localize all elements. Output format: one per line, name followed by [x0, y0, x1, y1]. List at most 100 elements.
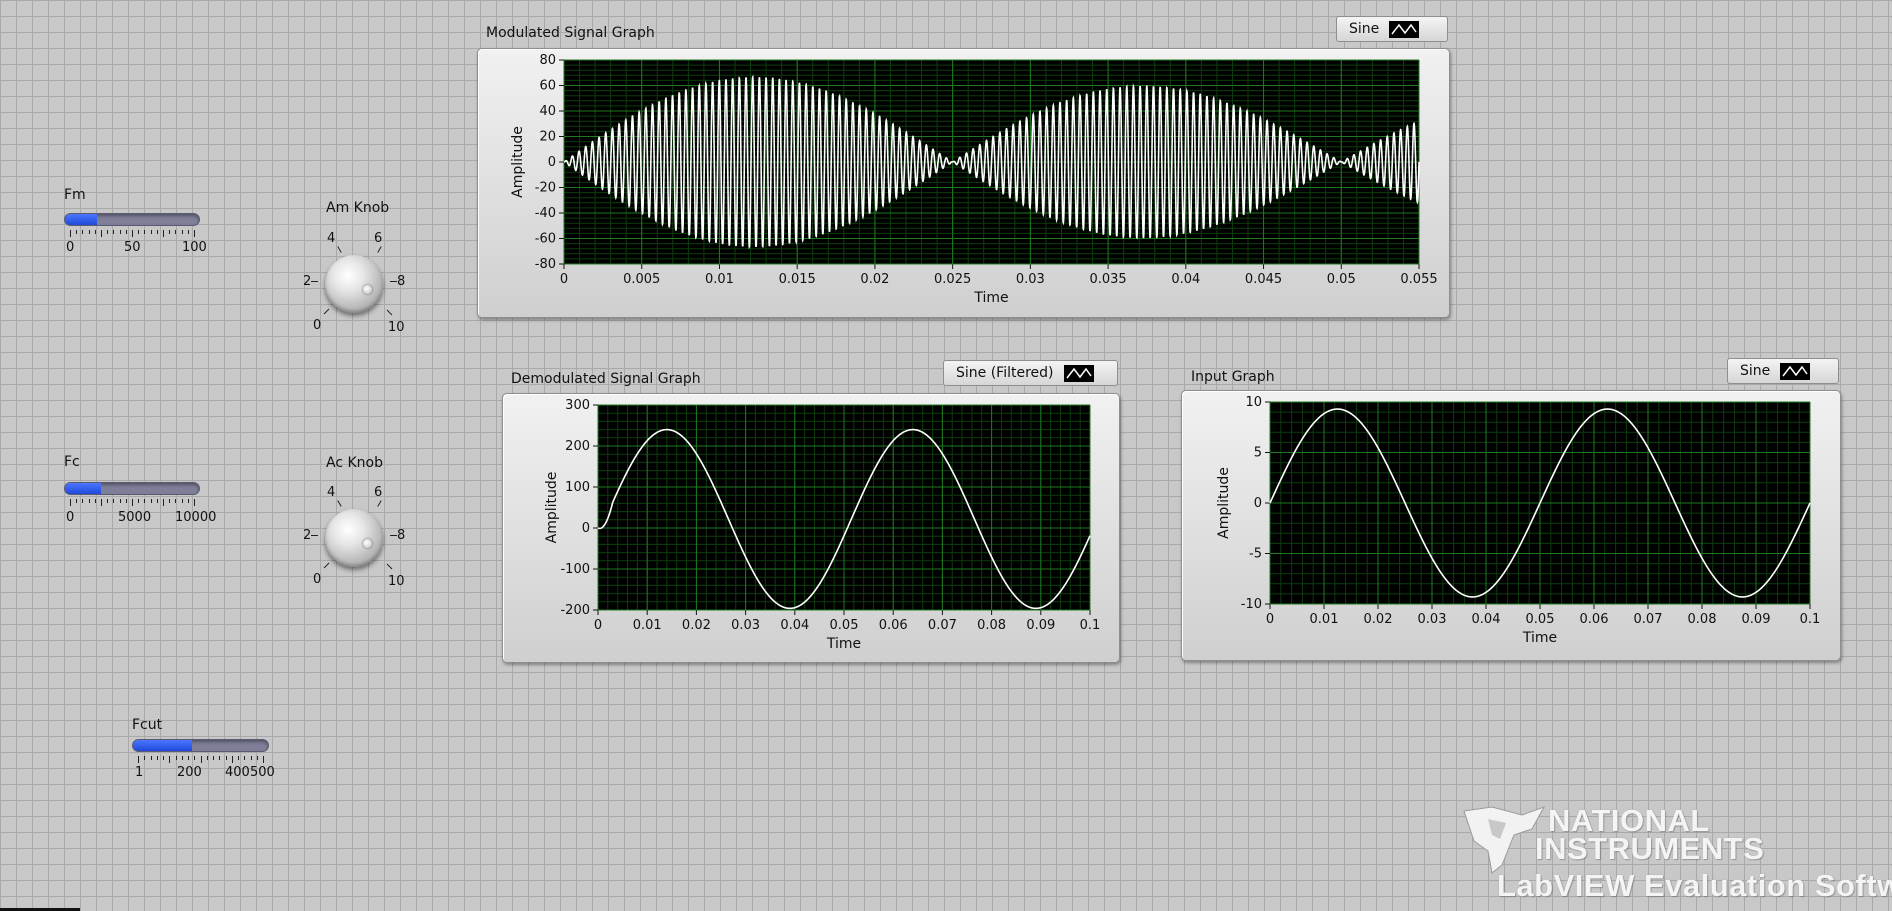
y-tick-label: 0	[548, 155, 556, 170]
fc-label: Fc	[64, 454, 80, 470]
demodulated-plot-legend[interactable]: Sine (Filtered)	[943, 360, 1118, 386]
slider-tick	[194, 499, 195, 506]
modulated-plot[interactable]: 0 0.005 0.01 0.015 0.02 0.025 0.03 0.035 0.04 0.0…	[477, 48, 1450, 318]
slider-tick	[213, 756, 214, 760]
slider-tick	[119, 499, 121, 503]
slider-tick	[88, 499, 90, 503]
am-knob-pointer	[363, 285, 372, 294]
x-tick-label: 0.01	[1310, 612, 1339, 627]
fcut-slider-ticks	[138, 756, 264, 763]
y-tick-label: -60	[535, 232, 556, 247]
ac-knob-tick	[386, 563, 393, 570]
x-tick-label: 0.07	[1634, 612, 1663, 627]
slider-tick	[150, 756, 152, 760]
fc-scale-min: 0	[66, 510, 75, 525]
slider-tick	[219, 756, 221, 760]
fcut-slider-fill	[133, 740, 193, 751]
x-tick-label: 0.04	[780, 618, 809, 633]
fcut-slider[interactable]	[132, 739, 269, 752]
fc-scale-mid: 5000	[118, 510, 152, 525]
slider-tick	[113, 499, 115, 503]
slider-tick	[200, 756, 202, 763]
slider-tick	[263, 756, 264, 763]
fm-slider-fill	[65, 214, 98, 225]
ac-knob-scale-10: 10	[388, 574, 405, 589]
x-tick-label: 0.01	[705, 272, 734, 287]
slider-tick	[94, 499, 96, 503]
fm-slider[interactable]	[64, 213, 200, 226]
ac-knob[interactable]	[325, 509, 383, 567]
input-plot[interactable]: 0 0.01 0.02 0.03 0.04 0.05 0.06 0.07 0.08 0.09 0.1…	[1181, 390, 1841, 661]
ni-brand-line2: INSTRUMENTS	[1535, 831, 1765, 866]
x-tick-label: 0.03	[731, 618, 760, 633]
x-tick-label: 0.05	[1327, 272, 1356, 287]
slider-tick	[256, 756, 258, 760]
slider-tick	[70, 230, 71, 237]
fcut-scale-4: 500	[250, 765, 275, 780]
demodulated-plot[interactable]: 0 0.01 0.02 0.03 0.04 0.05 0.06 0.07 0.08 0.09 0.1…	[502, 393, 1120, 663]
y-tick-label: 20	[539, 130, 556, 145]
slider-tick	[76, 230, 78, 234]
fm-label: Fm	[64, 187, 86, 203]
x-tick-label: 0.055	[1400, 272, 1437, 287]
fc-slider[interactable]	[64, 482, 200, 495]
y-tick-label: -200	[560, 603, 590, 618]
slider-tick	[169, 499, 171, 503]
ac-knob-tick	[323, 562, 330, 569]
y-tick-label: 0	[582, 521, 590, 536]
fm-slider-ticks	[70, 230, 195, 237]
slider-tick	[76, 499, 78, 503]
am-knob-tick	[390, 281, 397, 282]
y-tick-label: 5	[1254, 446, 1262, 461]
slider-tick	[206, 756, 208, 760]
slider-tick	[187, 230, 189, 234]
slider-tick	[88, 230, 90, 234]
ac-knob-scale-8: 8	[397, 528, 406, 543]
x-tick-label: 0.05	[830, 618, 859, 633]
x-tick-label: 0.1	[1800, 612, 1821, 627]
slider-tick	[169, 756, 171, 763]
slider-tick	[82, 499, 84, 503]
y-tick-label: 0	[1254, 496, 1262, 511]
y-tick-label: 10	[1245, 395, 1262, 410]
modulated-plot-legend[interactable]: Sine	[1336, 16, 1448, 42]
slider-tick	[101, 499, 102, 506]
x-tick-label: 0.05	[1526, 612, 1555, 627]
fm-scale-mid: 50	[124, 240, 141, 255]
am-knob-scale-0: 0	[313, 318, 322, 333]
slider-tick	[107, 499, 109, 503]
slider-tick	[169, 230, 171, 234]
am-knob-scale-4: 4	[327, 231, 336, 246]
fm-scale-min: 0	[66, 240, 75, 255]
y-tick-label: 300	[565, 398, 590, 413]
slider-tick	[125, 230, 127, 234]
am-knob-tick	[377, 246, 382, 253]
slider-tick	[163, 756, 164, 760]
x-tick-label: 0.02	[1364, 612, 1393, 627]
slider-tick	[70, 499, 71, 506]
y-axis-title: Amplitude	[510, 126, 526, 198]
x-axis-title: Time	[826, 636, 861, 652]
slider-tick	[119, 230, 121, 234]
slider-tick	[132, 499, 133, 506]
am-knob-tick	[323, 308, 330, 315]
slider-tick	[250, 756, 252, 760]
fcut-scale-2: 200	[177, 765, 202, 780]
slider-tick	[225, 756, 227, 760]
x-tick-label: 0.005	[623, 272, 660, 287]
x-tick-label: 0.02	[860, 272, 889, 287]
x-tick-label: 0	[1266, 612, 1274, 627]
input-plot-legend[interactable]: Sine	[1727, 358, 1839, 384]
slider-tick	[125, 499, 127, 503]
x-tick-label: 0.015	[779, 272, 816, 287]
y-tick-label: 60	[539, 79, 556, 94]
slider-tick	[144, 756, 146, 760]
am-knob[interactable]	[325, 255, 383, 313]
slider-tick	[138, 756, 139, 763]
ac-knob-tick	[377, 500, 382, 507]
x-tick-label: 0	[560, 272, 568, 287]
slider-tick	[231, 756, 233, 763]
x-tick-label: 0.02	[682, 618, 711, 633]
ni-eagle-logo	[1463, 806, 1546, 874]
x-tick-label: 0.04	[1472, 612, 1501, 627]
